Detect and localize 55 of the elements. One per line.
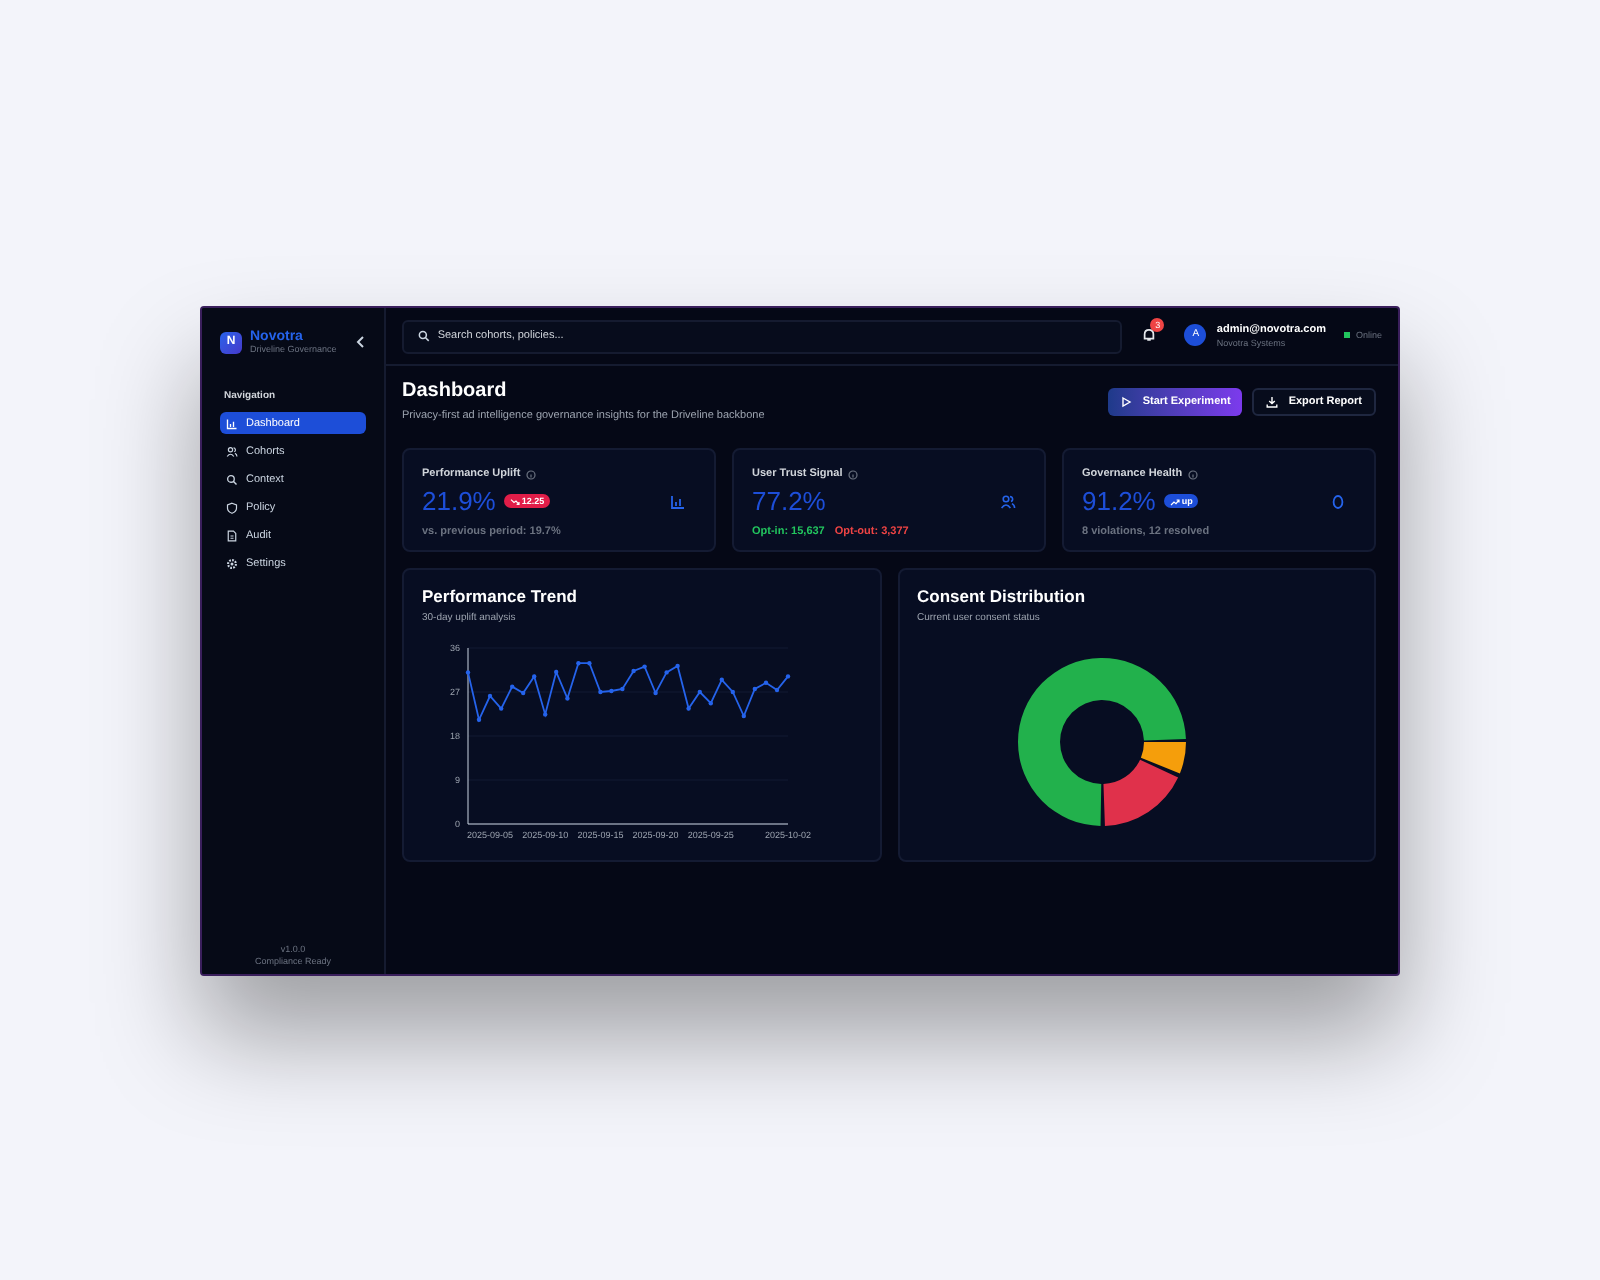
data-point: [554, 668, 559, 674]
trend-up-icon: [1169, 497, 1180, 506]
gear-icon: [226, 557, 238, 570]
data-point: [730, 688, 735, 694]
search-icon: [226, 473, 238, 486]
card-value: 77.2%: [752, 485, 826, 519]
data-point: [642, 663, 647, 668]
data-point: [532, 673, 537, 678]
circle-icon: [1330, 493, 1346, 510]
info-icon: [848, 469, 859, 480]
data-point: [752, 685, 757, 691]
document-icon: [226, 529, 238, 542]
data-point: [499, 705, 504, 710]
data-point: [598, 688, 603, 694]
play-icon: [1120, 396, 1133, 408]
users-icon: [226, 445, 238, 458]
data-point: [587, 660, 592, 665]
info-icon: [526, 469, 537, 480]
data-point: [576, 660, 581, 665]
data-point: [521, 689, 526, 695]
data-point: [675, 662, 680, 668]
data-point: [465, 669, 471, 674]
bell-icon[interactable]: [1142, 328, 1157, 343]
data-point: [774, 686, 780, 692]
shield-icon: [226, 501, 238, 514]
data-point: [785, 673, 791, 678]
search-icon: [418, 330, 430, 342]
data-point: [476, 716, 482, 721]
bar-chart-icon: [226, 417, 238, 430]
users-icon: [1000, 493, 1016, 510]
data-point: [664, 669, 669, 674]
trend-down-icon: [509, 497, 520, 506]
data-point: [741, 712, 746, 718]
page-title: Dashboard: [402, 378, 509, 404]
data-point: [543, 711, 548, 716]
data-point: [487, 692, 493, 698]
chevron-left-icon[interactable]: [356, 336, 366, 349]
data-point: [697, 688, 702, 694]
bar-chart-icon: [670, 493, 686, 510]
card-value: 91.2%: [1082, 485, 1156, 519]
data-point: [719, 676, 724, 681]
info-icon: [1188, 469, 1199, 480]
panel-title: Consent Distribution: [917, 584, 1088, 610]
data-point: [686, 705, 691, 710]
data-point: [763, 679, 769, 684]
data-point: [609, 687, 614, 693]
panel-title: Performance Trend: [422, 584, 579, 610]
data-point: [708, 700, 713, 705]
data-point: [620, 685, 625, 691]
data-point: [510, 683, 515, 688]
data-point: [565, 695, 570, 700]
data-point: [631, 667, 636, 673]
data-point: [653, 689, 658, 695]
card-value: 21.9%: [422, 485, 496, 519]
download-icon: [1266, 396, 1279, 408]
